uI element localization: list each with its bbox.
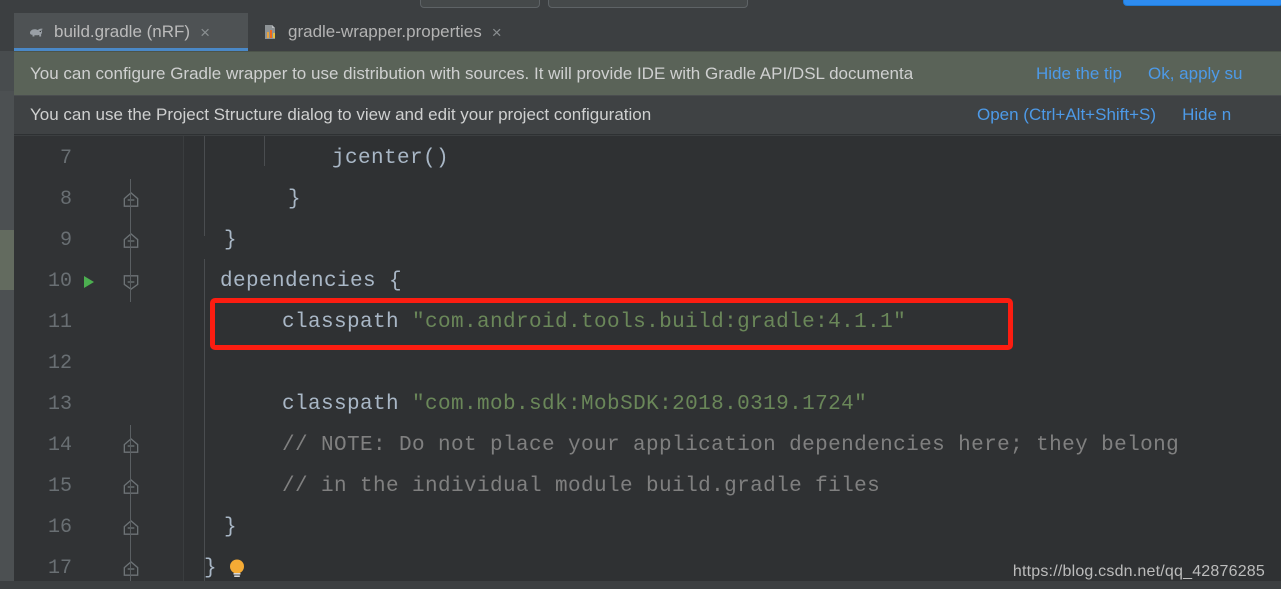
project-structure-tip-banner: You can use the Project Structure dialog…: [14, 95, 1281, 135]
code-token-plain: dependencies {: [220, 270, 403, 293]
open-project-structure-link[interactable]: Open (Ctrl+Alt+Shift+S): [977, 105, 1156, 125]
editor-line[interactable]: 7 jcenter(): [14, 138, 1281, 179]
tab-label: gradle-wrapper.properties: [288, 22, 482, 41]
editor-line[interactable]: 11 classpath "com.android.tools.build:gra…: [14, 302, 1281, 343]
code-token-plain: }: [224, 516, 238, 539]
code-token-plain: jcenter(): [332, 147, 450, 170]
code-token-comment: // in the individual module build.gradle…: [282, 475, 881, 498]
tab-label: build.gradle (nRF): [54, 22, 191, 41]
window-bottom-edge: [0, 581, 1281, 589]
fold-stem: [130, 466, 131, 507]
line-number: 14: [47, 434, 72, 457]
line-number: 9: [59, 229, 72, 252]
editor-line[interactable]: 12: [14, 343, 1281, 384]
fold-collapse-icon[interactable]: [121, 518, 141, 538]
ok-apply-suggestion-link[interactable]: Ok, apply su: [1148, 64, 1243, 84]
fold-collapse-icon[interactable]: [121, 436, 141, 456]
banner-actions: Hide the tip Ok, apply su: [1036, 64, 1243, 84]
line-number: 12: [47, 352, 72, 375]
code-editor[interactable]: 7 jcenter() 8} 9} 10 dependencies {11 classpat…: [14, 136, 1281, 589]
code-token-plain: }: [204, 557, 218, 580]
tab-gradle-wrapper-properties[interactable]: gradle-wrapper.properties ×: [248, 13, 550, 51]
watermark-url: https://blog.csdn.net/qq_42876285: [1012, 563, 1265, 580]
gradle-wrapper-tip-banner: You can configure Gradle wrapper to use …: [14, 51, 1281, 95]
fold-stem: [130, 179, 131, 220]
editor-line[interactable]: 14 // NOTE: Do not place your application…: [14, 425, 1281, 466]
fold-stem: [130, 507, 131, 548]
fold-collapse-icon[interactable]: [121, 559, 141, 579]
line-number: 17: [47, 557, 72, 580]
line-number: 10: [47, 270, 72, 293]
fold-stem: [130, 261, 131, 302]
line-number: 7: [59, 147, 72, 170]
code-text: }: [204, 557, 217, 580]
run-gutter-icon[interactable]: [80, 273, 98, 291]
banner-message: You can configure Gradle wrapper to use …: [30, 63, 914, 83]
code-text: }: [224, 229, 237, 252]
editor-line[interactable]: 10 dependencies {: [14, 261, 1281, 302]
hide-the-tip-link[interactable]: Hide the tip: [1036, 64, 1122, 84]
code-token-plain: classpath: [282, 393, 413, 416]
stripe-segment-highlight: [0, 230, 14, 290]
fold-collapse-icon[interactable]: [121, 190, 141, 210]
code-text: // NOTE: Do not place your application d…: [282, 434, 1179, 457]
line-number: 16: [47, 516, 72, 539]
code-text: }: [224, 516, 237, 539]
hide-notification-link[interactable]: Hide n: [1182, 105, 1231, 125]
code-token-comment: // NOTE: Do not place your application d…: [282, 434, 1180, 457]
fold-stem: [130, 220, 131, 261]
code-token-string: "com.mob.sdk:MobSDK:2018.0319.1724": [412, 393, 868, 416]
ide-window: build.gradle (nRF) × gradle-wrapper.prop…: [0, 0, 1281, 589]
code-text: jcenter(): [332, 147, 449, 170]
toolbar-strip: [0, 0, 1281, 13]
properties-file-icon: [262, 23, 280, 41]
code-text: }: [288, 188, 301, 211]
toolbar-combo-2[interactable]: [548, 0, 748, 8]
tool-window-stripe[interactable]: [0, 13, 14, 589]
tab-build-gradle[interactable]: build.gradle (nRF) ×: [14, 13, 248, 51]
editor-line[interactable]: 8}: [14, 179, 1281, 220]
line-number: 15: [47, 475, 72, 498]
code-token-plain: }: [288, 188, 302, 211]
editor-tab-bar: build.gradle (nRF) × gradle-wrapper.prop…: [0, 13, 1281, 51]
editor-line[interactable]: 15 // in the individual module build.grad…: [14, 466, 1281, 507]
fold-stem: [130, 425, 131, 466]
code-token-plain: classpath: [282, 311, 413, 334]
fold-collapse-icon[interactable]: [121, 477, 141, 497]
fold-expand-icon[interactable]: [121, 272, 141, 292]
editor-line[interactable]: 13 classpath "com.mob.sdk:MobSDK:2018.031…: [14, 384, 1281, 425]
line-number: 8: [59, 188, 72, 211]
close-icon[interactable]: ×: [492, 24, 502, 41]
code-token-string: "com.android.tools.build:gradle:4.1.1": [412, 311, 907, 334]
code-text: classpath "com.mob.sdk:MobSDK:2018.0319.…: [282, 393, 867, 416]
banner-actions: Open (Ctrl+Alt+Shift+S) Hide n: [977, 105, 1231, 125]
banner-message: You can use the Project Structure dialog…: [30, 105, 652, 124]
intention-bulb-icon[interactable]: [226, 557, 248, 579]
editor-line[interactable]: 9}: [14, 220, 1281, 261]
fold-collapse-icon[interactable]: [121, 231, 141, 251]
code-token-plain: }: [224, 229, 238, 252]
line-number: 13: [47, 393, 72, 416]
close-icon[interactable]: ×: [200, 24, 210, 41]
toolbar-primary-button[interactable]: [1123, 0, 1281, 6]
gradle-elephant-icon: [28, 23, 46, 41]
toolbar-combo-1[interactable]: [420, 0, 540, 8]
code-text: dependencies {: [220, 270, 402, 293]
code-text: // in the individual module build.gradle…: [282, 475, 880, 498]
editor-line[interactable]: 16}: [14, 507, 1281, 548]
code-text: classpath "com.android.tools.build:gradl…: [282, 311, 906, 334]
line-number: 11: [47, 311, 72, 334]
